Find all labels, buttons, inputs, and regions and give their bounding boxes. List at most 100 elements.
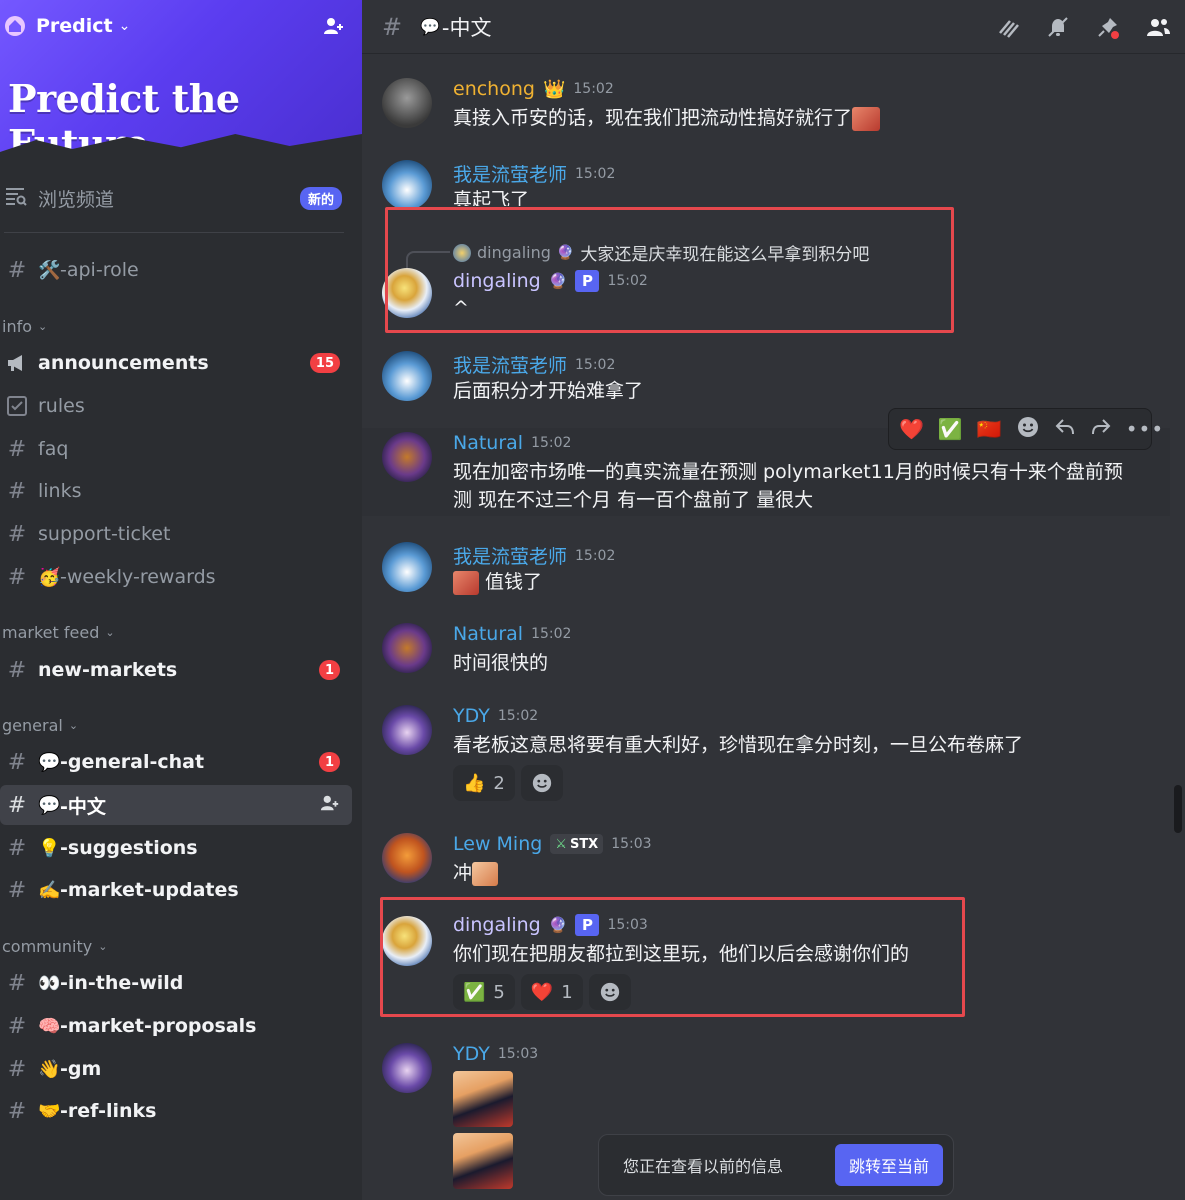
china-flag-reaction-button[interactable]: 🇨🇳 — [977, 417, 1002, 441]
channel-support-ticket[interactable]: # support-ticket — [0, 514, 352, 554]
pinned-messages-icon[interactable] — [1095, 14, 1121, 40]
chevron-down-icon: ⌄ — [98, 940, 108, 953]
message-timestamp: 15:03 — [497, 1046, 539, 1062]
channel-in-the-wild[interactable]: # 👀 -in-the-wild — [0, 963, 352, 1003]
category-general[interactable]: general ⌄ — [2, 716, 78, 735]
unread-count-badge: 15 — [309, 353, 340, 373]
avatar[interactable] — [382, 542, 432, 592]
channel-weekly-rewards[interactable]: # 🥳 -weekly-rewards — [0, 557, 352, 597]
message-author[interactable]: YDY — [453, 1043, 490, 1065]
channel-api-role[interactable]: # 🛠️ -api-role — [0, 250, 352, 290]
text-channel-icon: # — [7, 1098, 27, 1124]
browse-channels-icon — [4, 184, 28, 212]
scrollbar-thumb[interactable] — [1174, 785, 1182, 833]
channel-name: -general-chat — [60, 751, 205, 773]
chevron-down-icon: ⌄ — [68, 719, 79, 732]
text-channel-icon: # — [382, 12, 403, 41]
chevron-down-icon: ⌄ — [105, 626, 115, 639]
message-author[interactable]: 我是流萤老师 — [453, 351, 567, 378]
sticker-image[interactable] — [453, 1071, 513, 1127]
channel-name: -market-proposals — [60, 1015, 257, 1037]
channel-emoji: 🥳 — [38, 566, 61, 588]
message-timestamp: 15:02 — [531, 626, 572, 642]
more-options-icon[interactable]: ••• — [1126, 417, 1164, 441]
channel-market-updates[interactable]: # ✍️ -market-updates — [0, 870, 352, 910]
channel-sidebar: Predict the Future Predict ⌄ 浏览频道 新的 # 🛠… — [0, 0, 362, 1200]
channel-ref-links[interactable]: # 🤝 -ref-links — [0, 1091, 352, 1131]
add-member-icon[interactable] — [320, 793, 340, 817]
message-body: 真接入币安的话，现在我们把流动性搞好就行了 — [453, 107, 853, 129]
message-text: 真起飞了 — [453, 189, 530, 206]
channel-name: -market-updates — [60, 879, 239, 901]
unread-count-badge: 1 — [318, 752, 340, 772]
server-header[interactable]: Predict ⌄ — [0, 0, 362, 52]
thumbs-up-icon: 👍 — [463, 772, 486, 794]
message-text: 时间很快的 — [453, 652, 549, 674]
heart-reaction-button[interactable]: ❤️ — [899, 417, 924, 441]
channel-announcements[interactable]: announcements 15 — [0, 343, 352, 383]
custom-emoji-icon — [852, 106, 881, 131]
avatar[interactable] — [382, 1043, 432, 1093]
category-market-feed[interactable]: market feed ⌄ — [2, 623, 115, 642]
message-author[interactable]: Natural — [453, 432, 523, 454]
avatar[interactable] — [382, 351, 432, 401]
add-reaction-button[interactable] — [520, 765, 563, 801]
reply-icon[interactable] — [1054, 416, 1076, 443]
channel-emoji: 🛠️ — [38, 259, 61, 281]
stx-role-tag: ⚔ STX — [550, 834, 604, 854]
channel-links[interactable]: # links — [0, 471, 352, 511]
category-community[interactable]: community ⌄ — [2, 937, 107, 956]
channel-faq[interactable]: # faq — [0, 429, 352, 469]
message-author[interactable]: Natural — [453, 623, 523, 645]
message-author[interactable]: YDY — [453, 705, 490, 727]
channel-emoji: 💬 — [38, 794, 61, 816]
add-reaction-icon[interactable] — [1016, 415, 1040, 444]
text-channel-icon: # — [7, 877, 27, 903]
member-list-icon[interactable] — [1145, 14, 1171, 40]
message-author[interactable]: 我是流萤老师 — [453, 542, 567, 569]
check-reaction-button[interactable]: ✅ — [938, 417, 963, 441]
message-author[interactable]: enchong — [453, 78, 535, 100]
channel-suggestions[interactable]: # 💡 -suggestions — [0, 828, 352, 868]
message-author[interactable]: Lew Ming — [453, 833, 542, 855]
mute-bell-icon[interactable] — [1045, 14, 1071, 40]
channel-general-chat[interactable]: # 💬 -general-chat 1 — [0, 742, 352, 782]
jump-to-present-button[interactable]: 跳转至当前 — [834, 1144, 943, 1186]
text-channel-icon: # — [7, 970, 27, 996]
text-channel-icon: # — [7, 564, 27, 590]
avatar[interactable] — [382, 833, 432, 883]
channel-rules[interactable]: rules — [0, 386, 352, 426]
channel-name: faq — [38, 438, 69, 460]
avatar[interactable] — [382, 705, 432, 755]
browse-channels[interactable]: 浏览频道 新的 — [0, 176, 362, 220]
reaction-count: 2 — [493, 772, 505, 794]
channel-emoji: 💬 — [38, 751, 61, 773]
sticker-image[interactable] — [453, 1133, 513, 1189]
forward-icon[interactable] — [1090, 416, 1112, 443]
avatar[interactable] — [382, 78, 432, 128]
channel-market-proposals[interactable]: # 🧠 -market-proposals — [0, 1006, 352, 1046]
threads-icon[interactable] — [995, 14, 1021, 40]
channel-chinese[interactable]: # 💬 -中文 — [0, 785, 352, 825]
channel-new-markets[interactable]: # new-markets 1 — [0, 650, 352, 690]
invite-people-icon[interactable] — [320, 12, 348, 40]
rules-checklist-icon — [4, 393, 30, 419]
category-label: market feed — [2, 623, 100, 642]
sidebar-divider — [4, 232, 344, 233]
jump-to-present-bar: 您正在查看以前的信息 跳转至当前 — [598, 1134, 954, 1196]
message-text-line: 测 现在不过三个月 有一百个盘前了 量很大 — [453, 489, 814, 511]
message-timestamp: 15:02 — [497, 708, 539, 724]
server-home-icon — [2, 13, 28, 39]
megaphone-icon — [4, 350, 30, 376]
avatar[interactable] — [382, 160, 432, 210]
category-info[interactable]: info ⌄ — [2, 317, 47, 336]
avatar[interactable] — [382, 432, 432, 482]
channel-gm[interactable]: # 👋 -gm — [0, 1049, 352, 1089]
message-text-line: 现在加密市场唯一的真实流量在预测 polymarket11月的时候只有十来个盘前… — [453, 461, 1123, 483]
text-channel-icon: # — [7, 749, 27, 775]
reaction-thumbs-up[interactable]: 👍 2 — [453, 765, 515, 801]
server-name: Predict — [36, 15, 113, 37]
crown-badge-icon: 👑 — [542, 78, 566, 100]
message-author[interactable]: 我是流萤老师 — [453, 160, 567, 187]
avatar[interactable] — [382, 623, 432, 673]
